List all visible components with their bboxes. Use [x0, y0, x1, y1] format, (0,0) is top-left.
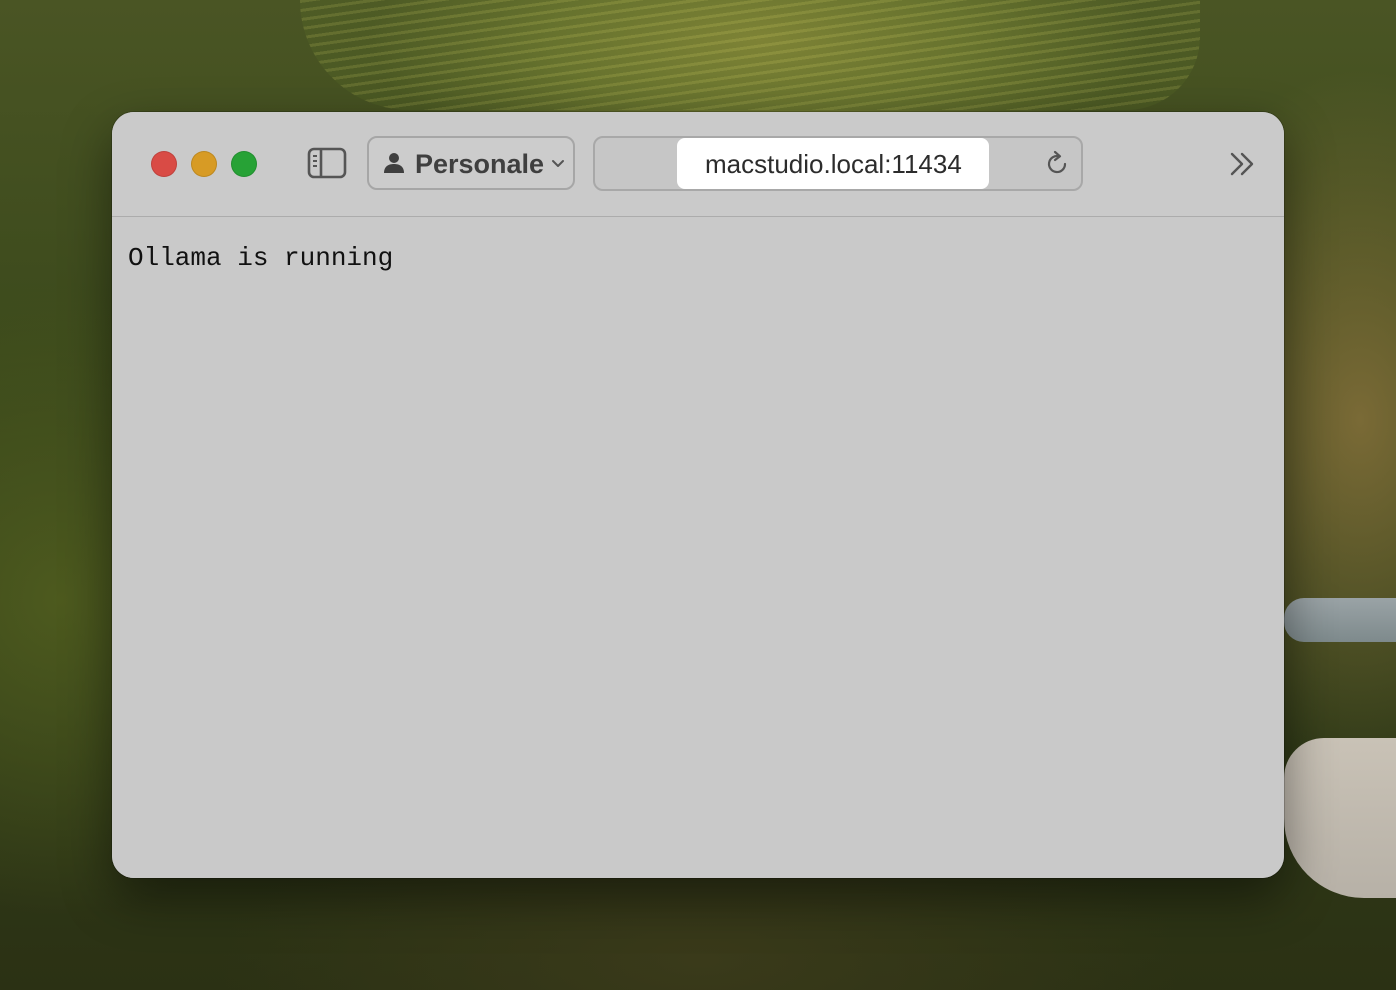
sidebar-toggle-button[interactable] — [307, 147, 347, 179]
chevron-down-icon — [552, 160, 564, 167]
person-icon — [384, 153, 404, 173]
minimize-window-button[interactable] — [191, 151, 217, 177]
profile-label: Personale — [415, 149, 545, 179]
profile-selector-button[interactable]: Personale — [367, 136, 575, 190]
zoom-window-button[interactable] — [231, 151, 257, 177]
url-text: macstudio.local:11434 — [705, 149, 962, 179]
page-content: Ollama is running — [112, 217, 1284, 878]
desktop-wallpaper-fields — [300, 0, 1200, 110]
close-window-button[interactable] — [151, 151, 177, 177]
reload-icon[interactable] — [1043, 150, 1071, 178]
desktop-wallpaper-water — [1284, 598, 1396, 642]
page-body-text: Ollama is running — [128, 243, 394, 273]
browser-window: Personale macstudio.local:11434 Ollama i… — [112, 112, 1284, 878]
double-chevron-right-icon[interactable] — [1228, 151, 1258, 177]
desktop-wallpaper-lake — [1284, 738, 1396, 898]
address-bar[interactable]: macstudio.local:11434 — [593, 136, 1083, 191]
browser-toolbar: Personale macstudio.local:11434 — [112, 112, 1284, 217]
url-field[interactable]: macstudio.local:11434 — [677, 138, 989, 189]
sidebar-icon — [307, 147, 347, 179]
